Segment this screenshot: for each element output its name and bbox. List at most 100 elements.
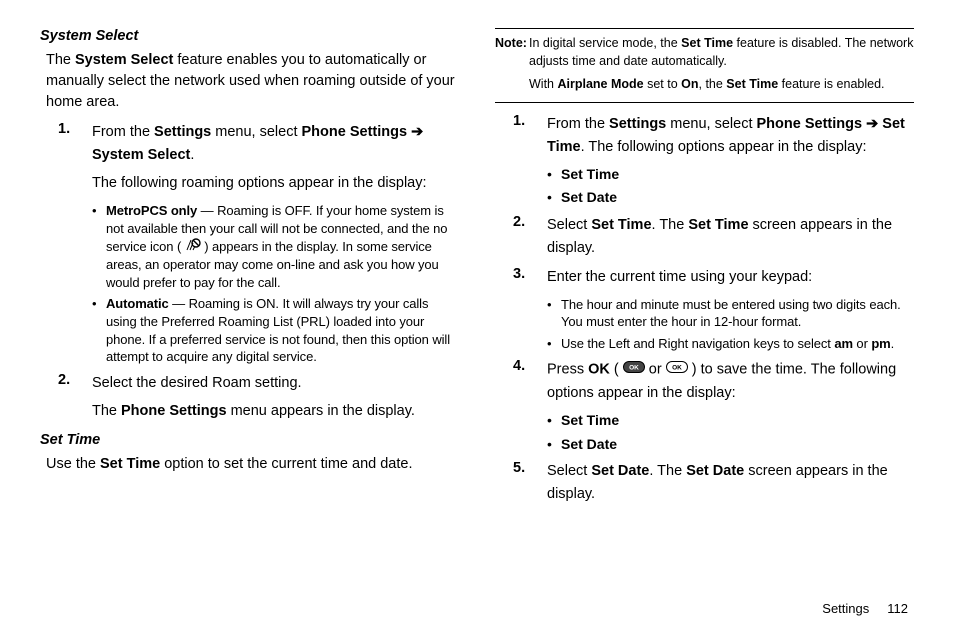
page-footer: Settings 112 <box>822 601 908 616</box>
text-bold: OK <box>588 362 610 378</box>
text: In digital service mode, the <box>529 36 681 50</box>
step-number: 4. <box>513 358 547 405</box>
note-row-2: With Airplane Mode set to On, the Set Ti… <box>529 76 914 94</box>
text: or <box>645 362 666 378</box>
text: menu, select <box>211 124 301 140</box>
text-bold: pm <box>871 336 890 351</box>
text-bold: Set Date <box>591 463 649 479</box>
bullet-automatic: • Automatic — Roaming is ON. It will alw… <box>92 295 459 365</box>
text-bold: System Select <box>75 52 173 68</box>
step-body: Select Set Time. The Set Time screen app… <box>547 214 914 260</box>
text: From the <box>547 116 609 132</box>
set-time-intro: Use the Set Time option to set the curre… <box>46 454 459 475</box>
text-bold: Set Time <box>561 412 619 428</box>
text-bold: Phone Settings <box>757 116 867 132</box>
bullet-set-time: • Set Time <box>547 165 914 185</box>
svg-text:OK: OK <box>672 365 682 372</box>
bullet-body: Set Time <box>561 411 914 431</box>
text: . The following options appear in the di… <box>581 139 867 155</box>
text-bold: On <box>681 77 698 91</box>
page-columns: System Select The System Select feature … <box>40 28 914 576</box>
text-bold: Settings <box>154 124 211 140</box>
step-body: Press OK ( OK or OK ) to save the time. … <box>547 358 914 405</box>
text-bold: Set Date <box>561 189 617 205</box>
r-step-3: 3. Enter the current time using your key… <box>513 266 914 289</box>
bullet-set-date-2: • Set Date <box>547 435 914 455</box>
footer-section: Settings <box>822 601 869 616</box>
text: , the <box>699 77 727 91</box>
arrow-icon: ➔ <box>411 124 423 140</box>
bullet-icon: • <box>547 411 561 431</box>
roaming-options-intro: The following roaming options appear in … <box>92 173 459 194</box>
bullet-body: Set Date <box>561 188 914 208</box>
text: . <box>190 147 194 163</box>
text-bold: MetroPCS only <box>106 203 197 218</box>
bullet-am-pm: • Use the Left and Right navigation keys… <box>547 335 914 353</box>
text-bold: Set Time <box>681 36 733 50</box>
arrow-icon: ➔ <box>866 116 878 132</box>
text-bold: Set Time <box>561 166 619 182</box>
bullet-set-time-2: • Set Time <box>547 411 914 431</box>
step-body: From the Settings menu, select Phone Set… <box>547 113 914 159</box>
heading-set-time: Set Time <box>40 432 459 448</box>
text-bold: Set Date <box>686 463 744 479</box>
bullet-body: Use the Left and Right navigation keys t… <box>561 335 914 353</box>
r-step-4: 4. Press OK ( OK or OK ) to save the tim… <box>513 358 914 405</box>
text-bold: System Select <box>92 147 190 163</box>
step-body: Select Set Date. The Set Date screen app… <box>547 460 914 506</box>
bullet-body: The hour and minute must be entered usin… <box>561 296 914 331</box>
note-label: Note: <box>495 35 529 70</box>
heading-system-select: System Select <box>40 28 459 44</box>
text-bold: Phone Settings <box>121 403 227 419</box>
bullet-icon: • <box>547 435 561 455</box>
phone-settings-appears: The Phone Settings menu appears in the d… <box>92 401 459 422</box>
bullet-icon: • <box>547 296 561 331</box>
text-bold: am <box>834 336 853 351</box>
text-bold: Set Time <box>688 217 748 233</box>
step-body: Select the desired Roam setting. <box>92 372 459 395</box>
footer-page-number: 112 <box>887 601 908 616</box>
step-number: 2. <box>58 372 92 395</box>
text: Use the <box>46 456 100 472</box>
ok-key-icon: OK <box>623 358 645 381</box>
text: menu appears in the display. <box>227 403 415 419</box>
text-bold: Phone Settings <box>302 124 412 140</box>
bullet-icon: • <box>547 335 561 353</box>
step-number: 1. <box>513 113 547 159</box>
bullet-body: Set Date <box>561 435 914 455</box>
text: ( <box>610 362 623 378</box>
text-bold: Set Date <box>561 436 617 452</box>
note-body: In digital service mode, the Set Time fe… <box>529 35 914 70</box>
svg-text:OK: OK <box>629 365 639 372</box>
bullet-set-date: • Set Date <box>547 188 914 208</box>
note-row-1: Note: In digital service mode, the Set T… <box>495 35 914 70</box>
bullet-icon: • <box>547 188 561 208</box>
bullet-hour-minute: • The hour and minute must be entered us… <box>547 296 914 331</box>
text: feature is enabled. <box>778 77 884 91</box>
text-bold: Airplane Mode <box>557 77 643 91</box>
text-bold: Set Time <box>726 77 778 91</box>
step-2: 2. Select the desired Roam setting. <box>58 372 459 395</box>
text: or <box>853 336 871 351</box>
right-column: Note: In digital service mode, the Set T… <box>495 28 914 576</box>
text: The <box>92 403 121 419</box>
ok-key-outline-icon: OK <box>666 358 688 381</box>
bullet-icon: • <box>92 295 106 365</box>
system-select-intro: The System Select feature enables you to… <box>46 50 459 113</box>
text-bold: Automatic <box>106 296 169 311</box>
text-bold: Settings <box>609 116 666 132</box>
r-step-2: 2. Select Set Time. The Set Time screen … <box>513 214 914 260</box>
text: The <box>46 52 75 68</box>
step-body: From the Settings menu, select Phone Set… <box>92 121 459 167</box>
bullet-body: Set Time <box>561 165 914 185</box>
left-column: System Select The System Select feature … <box>40 28 459 576</box>
step-1: 1. From the Settings menu, select Phone … <box>58 121 459 167</box>
r-step-5: 5. Select Set Date. The Set Date screen … <box>513 460 914 506</box>
step-body: Enter the current time using your keypad… <box>547 266 914 289</box>
note-block: Note: In digital service mode, the Set T… <box>495 28 914 103</box>
step-number: 1. <box>58 121 92 167</box>
text: . The <box>649 463 686 479</box>
text-bold: Set Time <box>100 456 160 472</box>
bullet-body: MetroPCS only — Roaming is OFF. If your … <box>106 202 459 291</box>
text: Select <box>547 463 591 479</box>
